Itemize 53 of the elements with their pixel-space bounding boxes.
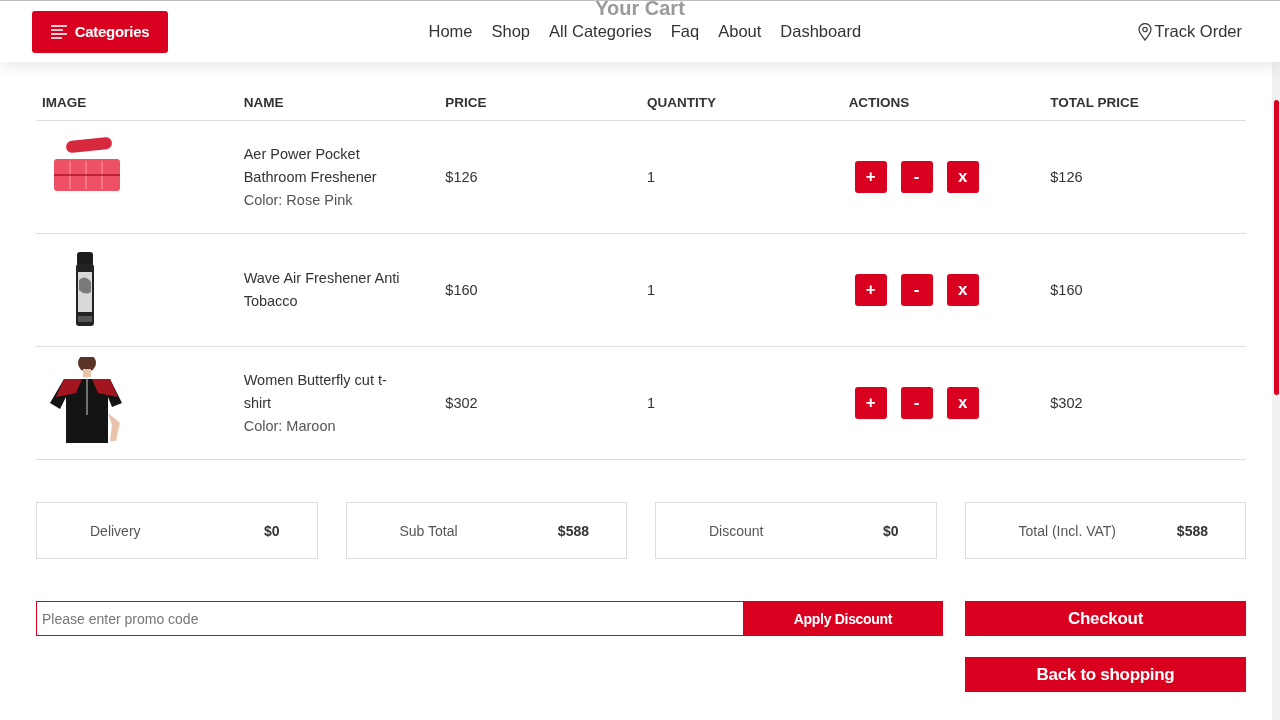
remove-button[interactable]: x	[946, 161, 979, 193]
nav-link[interactable]: Home	[428, 22, 473, 41]
nav-link[interactable]: About	[718, 22, 762, 41]
track-order-link[interactable]: Track Order	[1137, 22, 1242, 41]
nav-link[interactable]: Faq	[670, 22, 700, 41]
checkout-button[interactable]: Checkout	[965, 601, 1246, 636]
summary-value: $588	[1176, 522, 1208, 539]
decrease-button[interactable]: -	[900, 161, 933, 193]
column-header: PRICE	[439, 84, 641, 121]
remove-button[interactable]: x	[946, 274, 979, 306]
quantity-text: 1	[646, 395, 656, 411]
increase-button[interactable]: +	[854, 161, 887, 193]
promo-code-field[interactable]: Please enter promo code	[36, 601, 743, 636]
summary-label: Total (Incl. VAT)	[1018, 522, 1116, 539]
summary-value: $0	[263, 522, 280, 539]
product-variant: Color: Rose Pink	[243, 190, 354, 210]
menu-icon	[50, 24, 69, 39]
price-text: $126	[445, 169, 478, 185]
total-price-text: $160	[1050, 282, 1083, 298]
increase-button[interactable]: +	[854, 387, 887, 419]
summary-label: Discount	[709, 522, 764, 539]
nav-link[interactable]: Shop	[491, 22, 531, 41]
scrollbar-thumb[interactable]	[1274, 100, 1279, 395]
quantity-text: 1	[646, 169, 656, 185]
column-header: IMAGE	[36, 84, 238, 121]
categories-button[interactable]: Categories	[32, 10, 168, 53]
summary-value: $0	[882, 522, 899, 539]
column-header: NAME	[237, 84, 440, 121]
column-header: QUANTITY	[640, 84, 843, 121]
summary-label: Sub Total	[399, 522, 458, 539]
summary-value: $588	[557, 522, 589, 539]
total-price-text: $302	[1050, 395, 1083, 411]
product-name: Women Butterfly cut t-shirt	[243, 370, 388, 413]
decrease-button[interactable]: -	[900, 387, 933, 419]
total-price-text: $126	[1050, 169, 1083, 185]
product-name: Wave Air Freshener Anti Tobacco	[243, 269, 401, 311]
column-header: TOTAL PRICE	[1044, 84, 1246, 121]
apply-discount-button[interactable]: Apply Discount	[743, 601, 943, 636]
price-text: $302	[445, 395, 478, 411]
summary-label: Delivery	[90, 522, 141, 539]
map-pin-icon	[1137, 22, 1152, 41]
increase-button[interactable]: +	[854, 274, 887, 306]
nav-link[interactable]: Dashboard	[780, 22, 862, 41]
quantity-text: 1	[646, 282, 656, 298]
back-to-shopping-button[interactable]: Back to shopping	[965, 657, 1246, 692]
price-text: $160	[445, 282, 478, 298]
decrease-button[interactable]: -	[900, 274, 933, 306]
column-header: ACTIONS	[842, 84, 1045, 121]
remove-button[interactable]: x	[946, 387, 979, 419]
product-name: Aer Power Pocket Bathroom Freshener	[243, 144, 378, 187]
product-variant: Color: Maroon	[243, 416, 337, 436]
nav-link[interactable]: All Categories	[549, 22, 652, 41]
page-title: Your Cart	[595, 0, 685, 19]
